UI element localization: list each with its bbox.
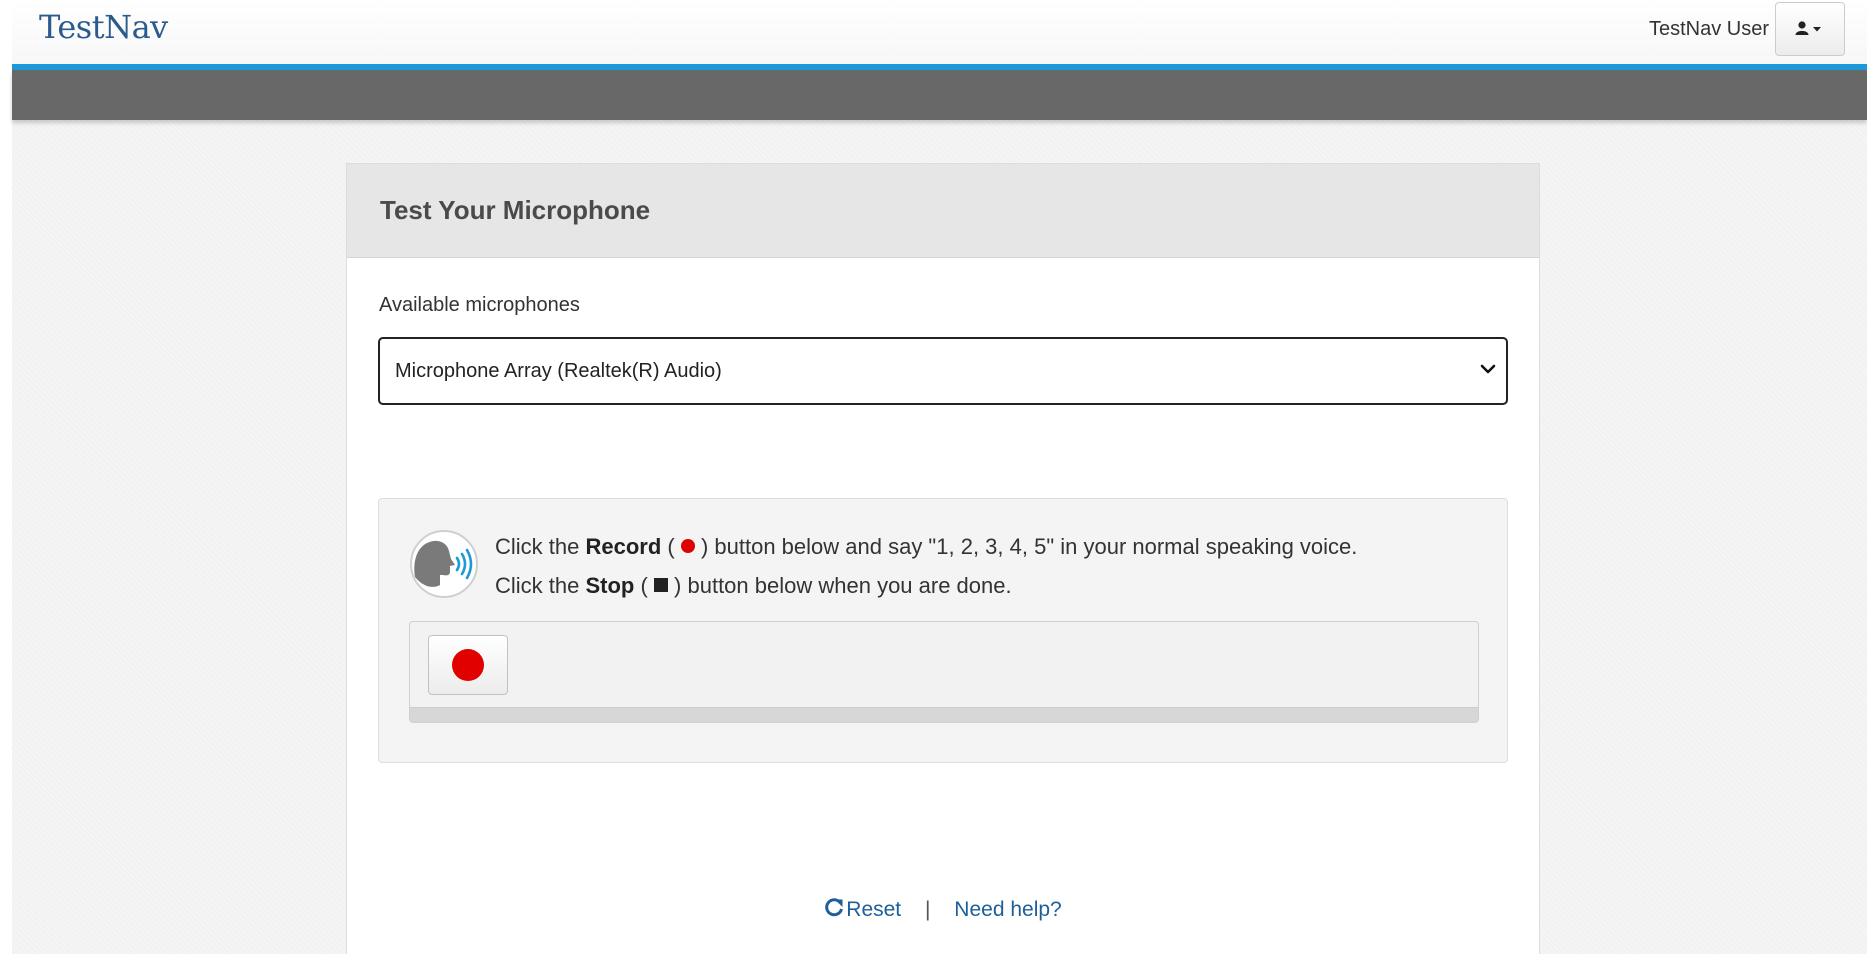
stop-word: Stop [585, 573, 635, 598]
card-footer: Reset | Need help? [347, 898, 1539, 922]
user-menu-button[interactable] [1775, 2, 1845, 56]
testnav-logo: TestNav [39, 8, 168, 46]
record-word: Record [585, 534, 662, 559]
recording-instructions: Click the Record ( ) button below and sa… [495, 527, 1357, 605]
record-button[interactable] [428, 635, 508, 695]
reset-icon [825, 898, 844, 917]
page: TestNav TestNav User Test Your Microphon… [0, 0, 1867, 954]
speaking-head-icon [410, 530, 478, 598]
card-header: Test Your Microphone [347, 164, 1539, 258]
reset-link[interactable]: Reset [824, 898, 907, 921]
caret-down-icon [1813, 27, 1821, 32]
chevron-down-icon [1480, 364, 1496, 374]
user-name: TestNav User [1648, 17, 1769, 40]
footer-separator: | [924, 898, 931, 921]
audio-level-bar [410, 707, 1478, 722]
left-strip [0, 0, 12, 954]
stop-square-icon [653, 578, 668, 592]
microphone-select-value: Microphone Array (Realtek(R) Audio) [395, 360, 722, 382]
reset-label: Reset [846, 898, 902, 921]
user-area: TestNav User [1649, 1, 1845, 57]
app-header: TestNav TestNav User [12, 0, 1867, 70]
instruction-line-stop: Click the Stop ( ) button below when you… [495, 573, 1012, 598]
record-icon [452, 649, 484, 681]
mic-test-card: Test Your Microphone Available microphon… [346, 163, 1540, 954]
microphone-select[interactable]: Microphone Array (Realtek(R) Audio) [378, 337, 1508, 405]
record-dot-icon [680, 539, 695, 553]
instruction-line-record: Click the Record ( ) button below and sa… [495, 534, 1358, 559]
microphones-label: Available microphones [379, 294, 580, 316]
page-title: Test Your Microphone [380, 195, 651, 225]
recording-panel: Click the Record ( ) button below and sa… [378, 498, 1508, 763]
need-help-link[interactable]: Need help? [954, 898, 1061, 921]
toolbar-bar [12, 70, 1867, 120]
audio-recorder [409, 621, 1479, 723]
user-icon [1795, 21, 1821, 35]
